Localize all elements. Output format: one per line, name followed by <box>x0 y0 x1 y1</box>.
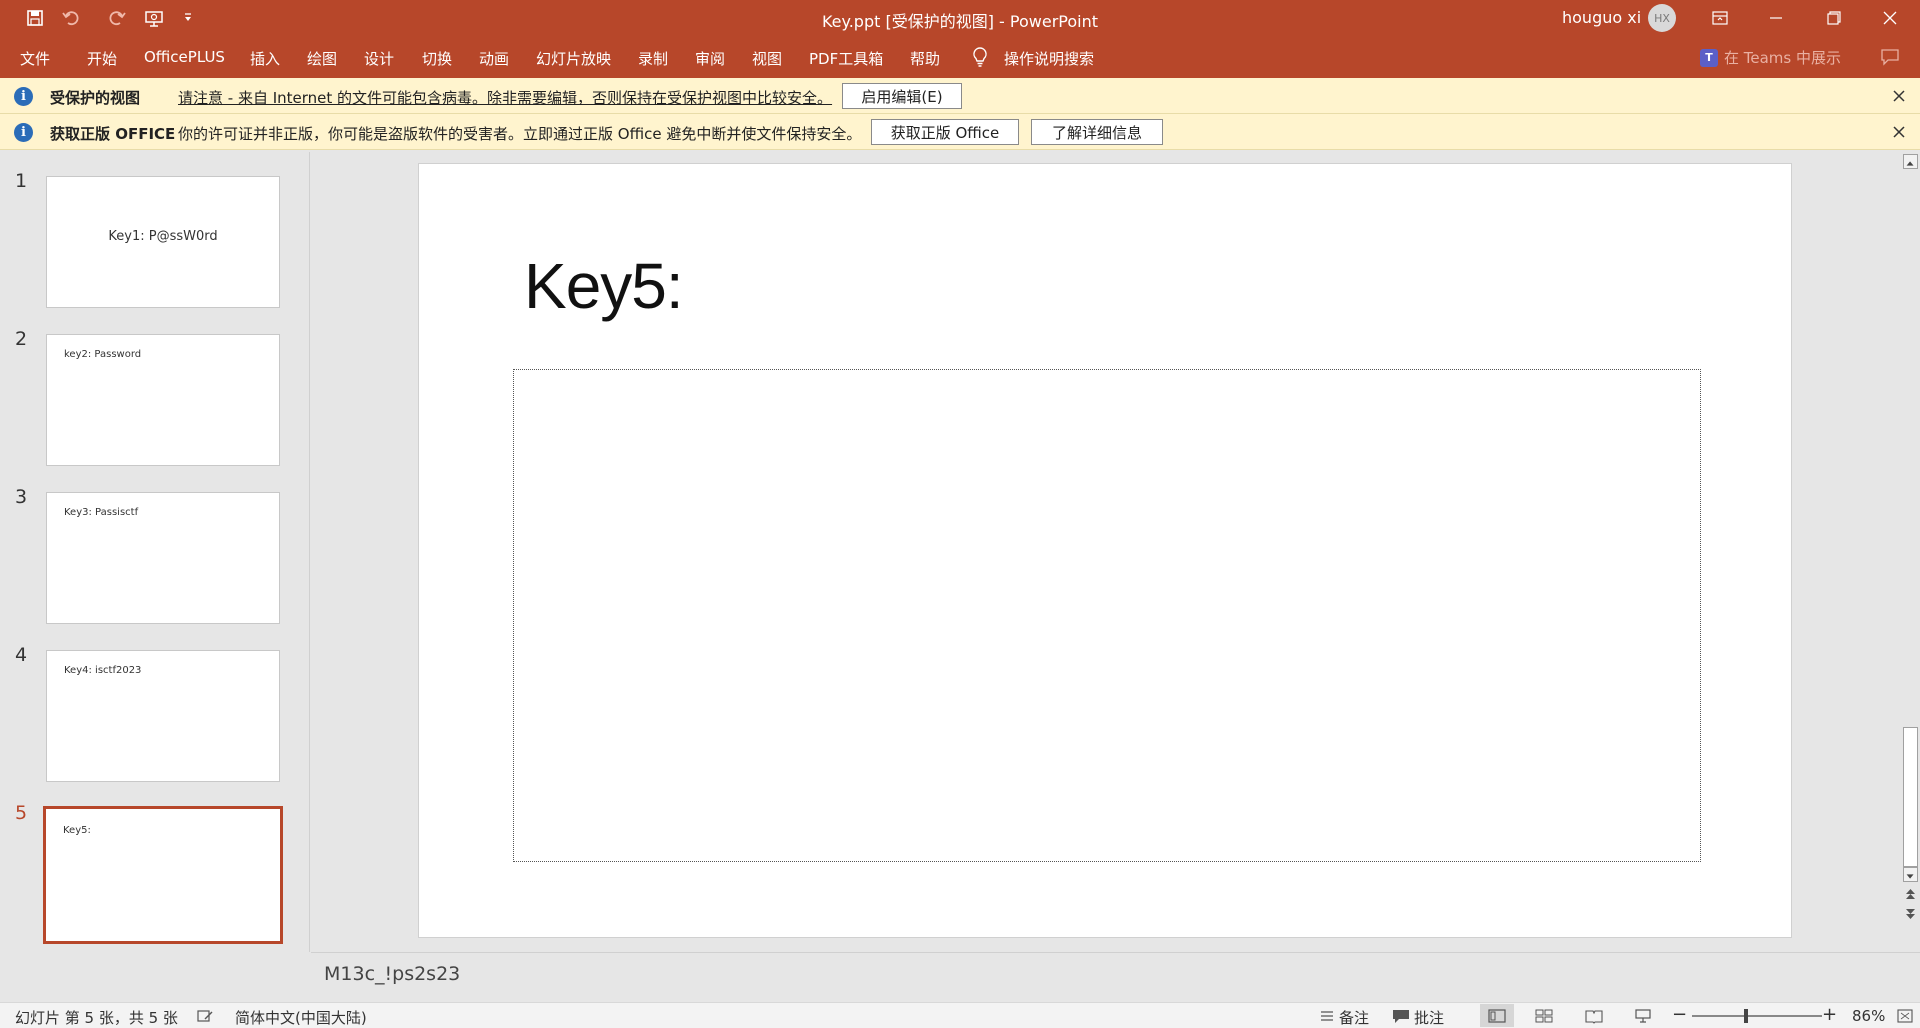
tab-design[interactable]: 设计 <box>364 48 394 69</box>
tab-view[interactable]: 视图 <box>752 48 782 69</box>
slide-number: 4 <box>15 644 28 666</box>
slide-number: 2 <box>15 328 28 350</box>
slide-number: 3 <box>15 486 28 508</box>
scroll-down-icon[interactable] <box>1903 867 1918 882</box>
ribbon-display-options-icon[interactable] <box>1692 0 1748 36</box>
tab-animations[interactable]: 动画 <box>479 48 509 69</box>
info-icon: i <box>14 87 33 106</box>
tell-me-search[interactable]: 操作说明搜索 <box>1004 48 1094 69</box>
scrollbar-thumb[interactable] <box>1903 727 1918 867</box>
tab-slideshow[interactable]: 幻灯片放映 <box>536 48 611 69</box>
minimize-icon[interactable] <box>1748 0 1804 36</box>
tab-review[interactable]: 审阅 <box>695 48 725 69</box>
lightbulb-icon[interactable] <box>970 46 990 68</box>
comments-button-label[interactable]: 批注 <box>1414 1007 1444 1028</box>
slideshow-icon[interactable] <box>1634 1008 1652 1024</box>
present-in-teams-button[interactable]: T 在 Teams 中展示 <box>1700 47 1841 68</box>
thumbnail-text: Key3: Passisctf <box>64 507 139 518</box>
slide-canvas[interactable]: Key5: <box>418 163 1792 938</box>
thumbnail-text: Key5: <box>63 825 91 836</box>
close-icon[interactable] <box>1890 123 1908 141</box>
avatar[interactable]: HX <box>1648 4 1676 32</box>
fit-to-window-icon[interactable] <box>1896 1008 1914 1024</box>
tab-record[interactable]: 录制 <box>638 48 668 69</box>
tab-officeplus[interactable]: OfficePLUS <box>144 48 225 66</box>
protected-view-title: 受保护的视图 <box>50 89 141 107</box>
thumbnail-text: key2: Password <box>64 349 142 360</box>
slide-thumbnail-4[interactable]: Key4: isctf2023 <box>46 650 280 782</box>
comment-icon[interactable] <box>1392 1008 1410 1024</box>
notes-text[interactable]: M13c_!ps2s23 <box>324 963 460 985</box>
slide-sorter-icon[interactable] <box>1535 1008 1553 1024</box>
slide-thumbnail-3[interactable]: Key3: Passisctf <box>46 492 280 624</box>
reading-view-icon[interactable] <box>1585 1008 1603 1024</box>
normal-view-icon <box>1488 1009 1506 1023</box>
enable-editing-button[interactable]: 启用编辑(E) <box>842 83 962 109</box>
content-placeholder[interactable] <box>513 369 1701 862</box>
zoom-slider-thumb[interactable] <box>1744 1009 1748 1023</box>
ribbon-tabs: 文件 开始 OfficePLUS 插入 绘图 设计 切换 动画 幻灯片放映 录制… <box>0 36 1920 78</box>
thumbnail-text: Key1: P@ssW0rd <box>108 229 218 244</box>
tab-insert[interactable]: 插入 <box>250 48 280 69</box>
thumbnail-text: Key4: isctf2023 <box>64 665 142 676</box>
zoom-in-button[interactable]: + <box>1822 1004 1837 1025</box>
zoom-out-button[interactable]: − <box>1672 1004 1687 1025</box>
teams-icon: T <box>1700 48 1718 67</box>
user-name[interactable]: houguo xi <box>1562 8 1641 27</box>
close-icon[interactable] <box>1862 0 1918 36</box>
zoom-slider[interactable] <box>1692 1015 1822 1017</box>
slide-thumbnail-pane: 1 Key1: P@ssW0rd 2 key2: Password 3 Key3… <box>0 152 310 952</box>
tab-draw[interactable]: 绘图 <box>307 48 337 69</box>
get-genuine-office-button[interactable]: 获取正版 Office <box>871 119 1019 145</box>
license-warning-message: 你的许可证并非正版，你可能是盗版软件的受害者。立即通过正版 Office 避免中… <box>178 125 862 143</box>
title-bar: Key.ppt [受保护的视图] - PowerPoint houguo xi … <box>0 0 1920 36</box>
accessibility-check-icon[interactable] <box>196 1008 214 1024</box>
slide-thumbnail-1[interactable]: Key1: P@ssW0rd <box>46 176 280 308</box>
status-bar: 幻灯片 第 5 张，共 5 张 简体中文(中国大陆) 备注 批注 − + 86% <box>0 1002 1920 1028</box>
tab-pdf-tools[interactable]: PDF工具箱 <box>809 48 883 69</box>
notes-button-label[interactable]: 备注 <box>1339 1007 1369 1028</box>
notes-icon[interactable] <box>1318 1008 1336 1024</box>
close-icon[interactable] <box>1890 87 1908 105</box>
notes-pane[interactable]: M13c_!ps2s23 <box>311 952 1920 1002</box>
protected-view-message[interactable]: 请注意 - 来自 Internet 的文件可能包含病毒。除非需要编辑，否则保持在… <box>178 87 832 108</box>
license-warning-bar: i 获取正版 OFFICE 你的许可证并非正版，你可能是盗版软件的受害者。立即通… <box>0 114 1920 150</box>
slide-number: 1 <box>15 170 28 192</box>
protected-view-bar: i 受保护的视图 请注意 - 来自 Internet 的文件可能包含病毒。除非需… <box>0 78 1920 114</box>
learn-more-button[interactable]: 了解详细信息 <box>1031 119 1163 145</box>
next-slide-icon[interactable] <box>1903 906 1918 921</box>
vertical-scrollbar[interactable] <box>1901 152 1920 952</box>
teams-label: 在 Teams 中展示 <box>1724 49 1841 67</box>
normal-view-button[interactable] <box>1480 1004 1514 1027</box>
tab-home[interactable]: 开始 <box>87 48 117 69</box>
slide-number: 5 <box>15 802 28 824</box>
tab-transitions[interactable]: 切换 <box>422 48 452 69</box>
slide-title[interactable]: Key5: <box>524 249 684 323</box>
tab-file[interactable]: 文件 <box>20 48 50 69</box>
slide-thumbnail-5[interactable]: Key5: <box>43 806 283 944</box>
scroll-up-icon[interactable] <box>1903 154 1918 169</box>
restore-icon[interactable] <box>1806 0 1862 36</box>
info-icon: i <box>14 123 33 142</box>
comments-icon[interactable] <box>1880 48 1900 66</box>
slide-thumbnail-2[interactable]: key2: Password <box>46 334 280 466</box>
license-warning-title: 获取正版 OFFICE <box>50 125 176 143</box>
tab-help[interactable]: 帮助 <box>910 48 940 69</box>
previous-slide-icon[interactable] <box>1903 887 1918 902</box>
slide-counter: 幻灯片 第 5 张，共 5 张 <box>15 1009 178 1027</box>
slide-editor: Key5: <box>311 152 1901 952</box>
language-indicator[interactable]: 简体中文(中国大陆) <box>235 1007 367 1028</box>
zoom-level[interactable]: 86% <box>1852 1007 1885 1025</box>
